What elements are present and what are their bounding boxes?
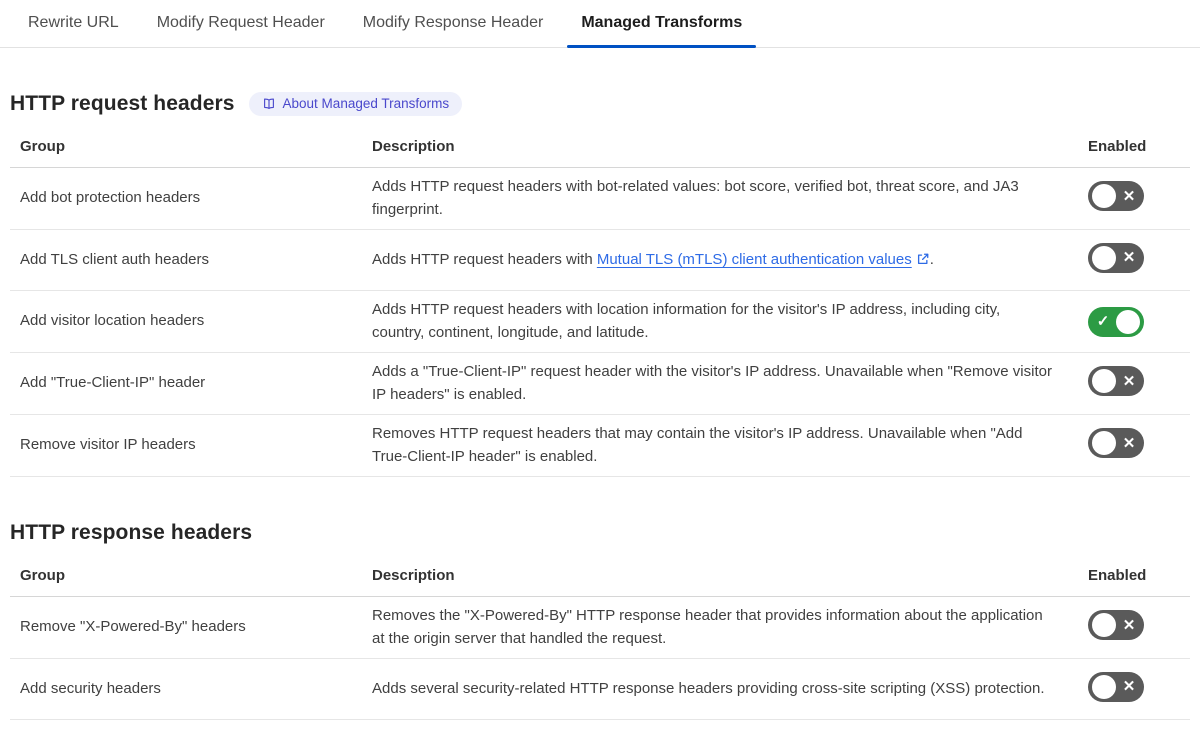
group-cell: Add "True-Client-IP" header [10,352,362,415]
enabled-toggle[interactable]: ✓ [1088,306,1144,337]
enabled-toggle[interactable]: ✕ [1088,181,1144,212]
transforms-table: Group Description Enabled Remove "X-Powe… [10,559,1190,720]
column-header-enabled: Enabled [1078,130,1190,168]
section-title: HTTP response headers [10,521,253,544]
group-cell: Add TLS client auth headers [10,229,362,291]
toggle-state-icon: ✕ [1122,187,1136,205]
description-link[interactable]: Mutual TLS (mTLS) client authentication … [597,251,930,268]
description-cell: Removes HTTP request headers that may co… [362,414,1078,477]
group-cell: Add bot protection headers [10,167,362,230]
toggle-state-icon: ✕ [1122,678,1136,696]
description-cell: Adds several security-related HTTP respo… [362,658,1078,720]
toggle-state-icon: ✓ [1096,313,1110,330]
group-cell: Add security headers [10,658,362,720]
section-title: HTTP request headers [10,92,235,115]
description-cell: Adds HTTP request headers with bot-relat… [362,167,1078,230]
section: HTTP response headers Group Description … [10,521,1190,720]
description-cell: Removes the "X-Powered-By" HTTP response… [362,596,1078,659]
table-row: Add bot protection headers Adds HTTP req… [10,167,1190,230]
description-cell: Adds a "True-Client-IP" request header w… [362,352,1078,415]
tab-label: Rewrite URL [28,14,119,31]
external-link-icon [912,249,930,272]
column-header-group: Group [10,130,362,168]
toggle-knob [1116,309,1140,334]
toggle-state-icon: ✕ [1122,616,1136,634]
book-icon [262,97,276,111]
table-row: Add security headers Adds several securi… [10,658,1190,720]
table-row: Add TLS client auth headers Adds HTTP re… [10,229,1190,291]
tab-label: Modify Request Header [156,14,325,31]
description-cell: Adds HTTP request headers with location … [362,290,1078,353]
toggle-knob [1092,431,1116,456]
group-cell: Remove "X-Powered-By" headers [10,596,362,659]
column-header-description: Description [362,130,1078,168]
enabled-toggle[interactable]: ✕ [1088,428,1144,459]
table-header-row: Group Description Enabled [10,559,1190,597]
table-row: Remove visitor IP headers Removes HTTP r… [10,414,1190,477]
group-cell: Add visitor location headers [10,290,362,353]
about-managed-transforms-badge[interactable]: About Managed Transforms [248,92,463,116]
toggle-knob [1092,184,1116,209]
section: HTTP request headers About Managed Trans… [10,92,1190,477]
toggle-knob [1092,369,1116,394]
main: HTTP request headers About Managed Trans… [0,92,1200,720]
section-header: HTTP response headers [10,521,1190,545]
toggle-knob [1092,674,1116,699]
enabled-toggle[interactable]: ✕ [1088,671,1144,702]
group-cell: Remove visitor IP headers [10,414,362,477]
enabled-toggle[interactable]: ✕ [1088,242,1144,273]
table-row: Add visitor location headers Adds HTTP r… [10,290,1190,353]
table-header-row: Group Description Enabled [10,130,1190,168]
toggle-knob [1092,245,1116,270]
toggle-state-icon: ✕ [1122,372,1136,390]
toggle-state-icon: ✕ [1122,249,1136,267]
tab-label: Modify Response Header [362,14,544,31]
tab-label: Managed Transforms [581,14,743,31]
enabled-toggle[interactable]: ✕ [1088,366,1144,397]
tab-modify-request-header[interactable]: Modify Request Header [143,0,339,47]
tab-modify-response-header[interactable]: Modify Response Header [349,0,558,47]
table-row: Add "True-Client-IP" header Adds a "True… [10,352,1190,415]
enabled-toggle[interactable]: ✕ [1088,610,1144,641]
badge-label: About Managed Transforms [282,96,450,112]
toggle-state-icon: ✕ [1122,434,1136,452]
toggle-knob [1092,613,1116,638]
column-header-enabled: Enabled [1078,559,1190,597]
section-header: HTTP request headers About Managed Trans… [10,92,1190,116]
description-cell: Adds HTTP request headers with Mutual TL… [362,229,1078,291]
tab-managed-transforms[interactable]: Managed Transforms [567,0,757,48]
tab-bar: Rewrite URL Modify Request Header Modify… [0,0,1200,48]
transforms-table: Group Description Enabled Add bot protec… [10,130,1190,477]
column-header-description: Description [362,559,1078,597]
table-row: Remove "X-Powered-By" headers Removes th… [10,596,1190,659]
tab-rewrite-url[interactable]: Rewrite URL [14,0,133,47]
column-header-group: Group [10,559,362,597]
